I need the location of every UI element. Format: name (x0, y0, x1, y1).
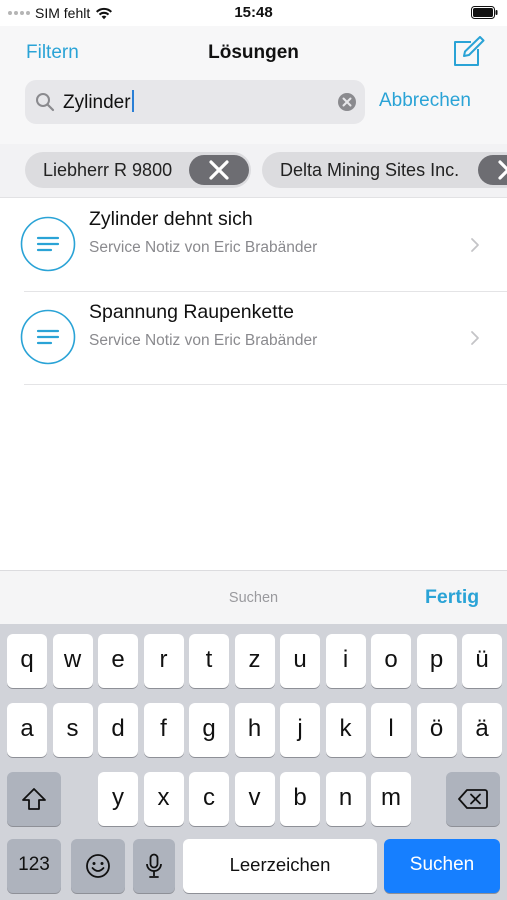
key-i[interactable]: i (325, 634, 366, 688)
key-g[interactable]: g (189, 703, 229, 757)
shift-key[interactable] (7, 772, 61, 826)
result-subtitle: Service Notiz von Eric Brabänder (89, 332, 318, 349)
done-button[interactable]: Fertig (425, 586, 479, 609)
numbers-key[interactable]: 123 (7, 839, 61, 893)
battery-icon (471, 6, 498, 19)
key-u[interactable]: u (280, 634, 320, 688)
result-subtitle: Service Notiz von Eric Brabänder (89, 239, 318, 256)
emoji-key[interactable] (71, 839, 125, 893)
close-icon (209, 160, 229, 180)
key-a[interactable]: a (7, 703, 47, 757)
result-title: Zylinder dehnt sich (89, 208, 253, 230)
filter-chip[interactable]: Delta Mining Sites Inc. (262, 152, 507, 188)
key-m[interactable]: m (371, 772, 411, 826)
search-icon (36, 93, 55, 112)
key-s[interactable]: s (52, 703, 93, 757)
key-n[interactable]: n (325, 772, 366, 826)
text-caret (131, 90, 134, 112)
key-l[interactable]: l (371, 703, 411, 757)
result-title: Spannung Raupenkette (89, 301, 294, 323)
row-divider (24, 384, 507, 385)
key-y[interactable]: y (98, 772, 138, 826)
key-ö[interactable]: ö (416, 703, 457, 757)
keyboard-accessory-bar: Suchen Fertig (0, 570, 507, 624)
clear-search-icon[interactable] (337, 92, 357, 112)
backspace-icon (458, 789, 488, 809)
search-field[interactable]: Zylinder (25, 80, 365, 124)
backspace-key[interactable] (446, 772, 500, 826)
key-j[interactable]: j (280, 703, 320, 757)
chip-remove-button[interactable] (478, 155, 507, 185)
key-d[interactable]: d (98, 703, 138, 757)
key-c[interactable]: c (189, 772, 229, 826)
chip-label: Delta Mining Sites Inc. (280, 160, 460, 180)
key-ä[interactable]: ä (462, 703, 502, 757)
chevron-right-icon (471, 331, 479, 345)
list-item[interactable]: Zylinder dehnt sich Service Notiz von Er… (0, 199, 507, 292)
chip-remove-button[interactable] (189, 155, 249, 185)
nav-header: Filtern Lösungen Zylinder Abbrechen (0, 26, 507, 144)
key-o[interactable]: o (371, 634, 411, 688)
key-r[interactable]: r (143, 634, 184, 688)
list-item[interactable]: Spannung Raupenkette Service Notiz von E… (0, 292, 507, 385)
key-t[interactable]: t (189, 634, 229, 688)
space-key[interactable]: Leerzeichen (183, 839, 377, 893)
key-v[interactable]: v (234, 772, 275, 826)
key-f[interactable]: f (143, 703, 184, 757)
dictation-key[interactable] (133, 839, 175, 893)
microphone-icon (146, 853, 162, 878)
shift-icon (22, 788, 46, 810)
key-k[interactable]: k (325, 703, 366, 757)
key-p[interactable]: p (416, 634, 457, 688)
status-time: 15:48 (234, 4, 273, 21)
key-b[interactable]: b (280, 772, 320, 826)
key-e[interactable]: e (98, 634, 138, 688)
emoji-icon (86, 854, 110, 878)
close-icon (498, 160, 507, 180)
key-q[interactable]: q (7, 634, 47, 688)
key-w[interactable]: w (52, 634, 93, 688)
note-icon (20, 309, 76, 365)
key-ü[interactable]: ü (462, 634, 502, 688)
key-x[interactable]: x (143, 772, 184, 826)
key-z[interactable]: z (234, 634, 275, 688)
results-list: Zylinder dehnt sich Service Notiz von Er… (0, 199, 507, 385)
key-h[interactable]: h (234, 703, 275, 757)
search-text: Zylinder (63, 92, 131, 113)
filter-chip[interactable]: Liebherr R 9800 (25, 152, 251, 188)
compose-icon[interactable] (451, 36, 485, 68)
chevron-right-icon (471, 238, 479, 252)
status-bar: SIM fehlt 15:48 (0, 0, 507, 26)
search-input[interactable]: Zylinder (63, 90, 134, 114)
chip-label: Liebherr R 9800 (43, 160, 173, 180)
search-key[interactable]: Suchen (384, 839, 500, 893)
cancel-search-button[interactable]: Abbrechen (379, 90, 471, 112)
filter-chips-bar: Liebherr R 9800 Delta Mining Sites Inc. (0, 144, 507, 198)
note-icon (20, 216, 76, 272)
keyboard: 123 Leerzeichen Suchen qwertzuiopü asdfgh… (0, 624, 507, 900)
page-title: Lösungen (208, 42, 299, 63)
